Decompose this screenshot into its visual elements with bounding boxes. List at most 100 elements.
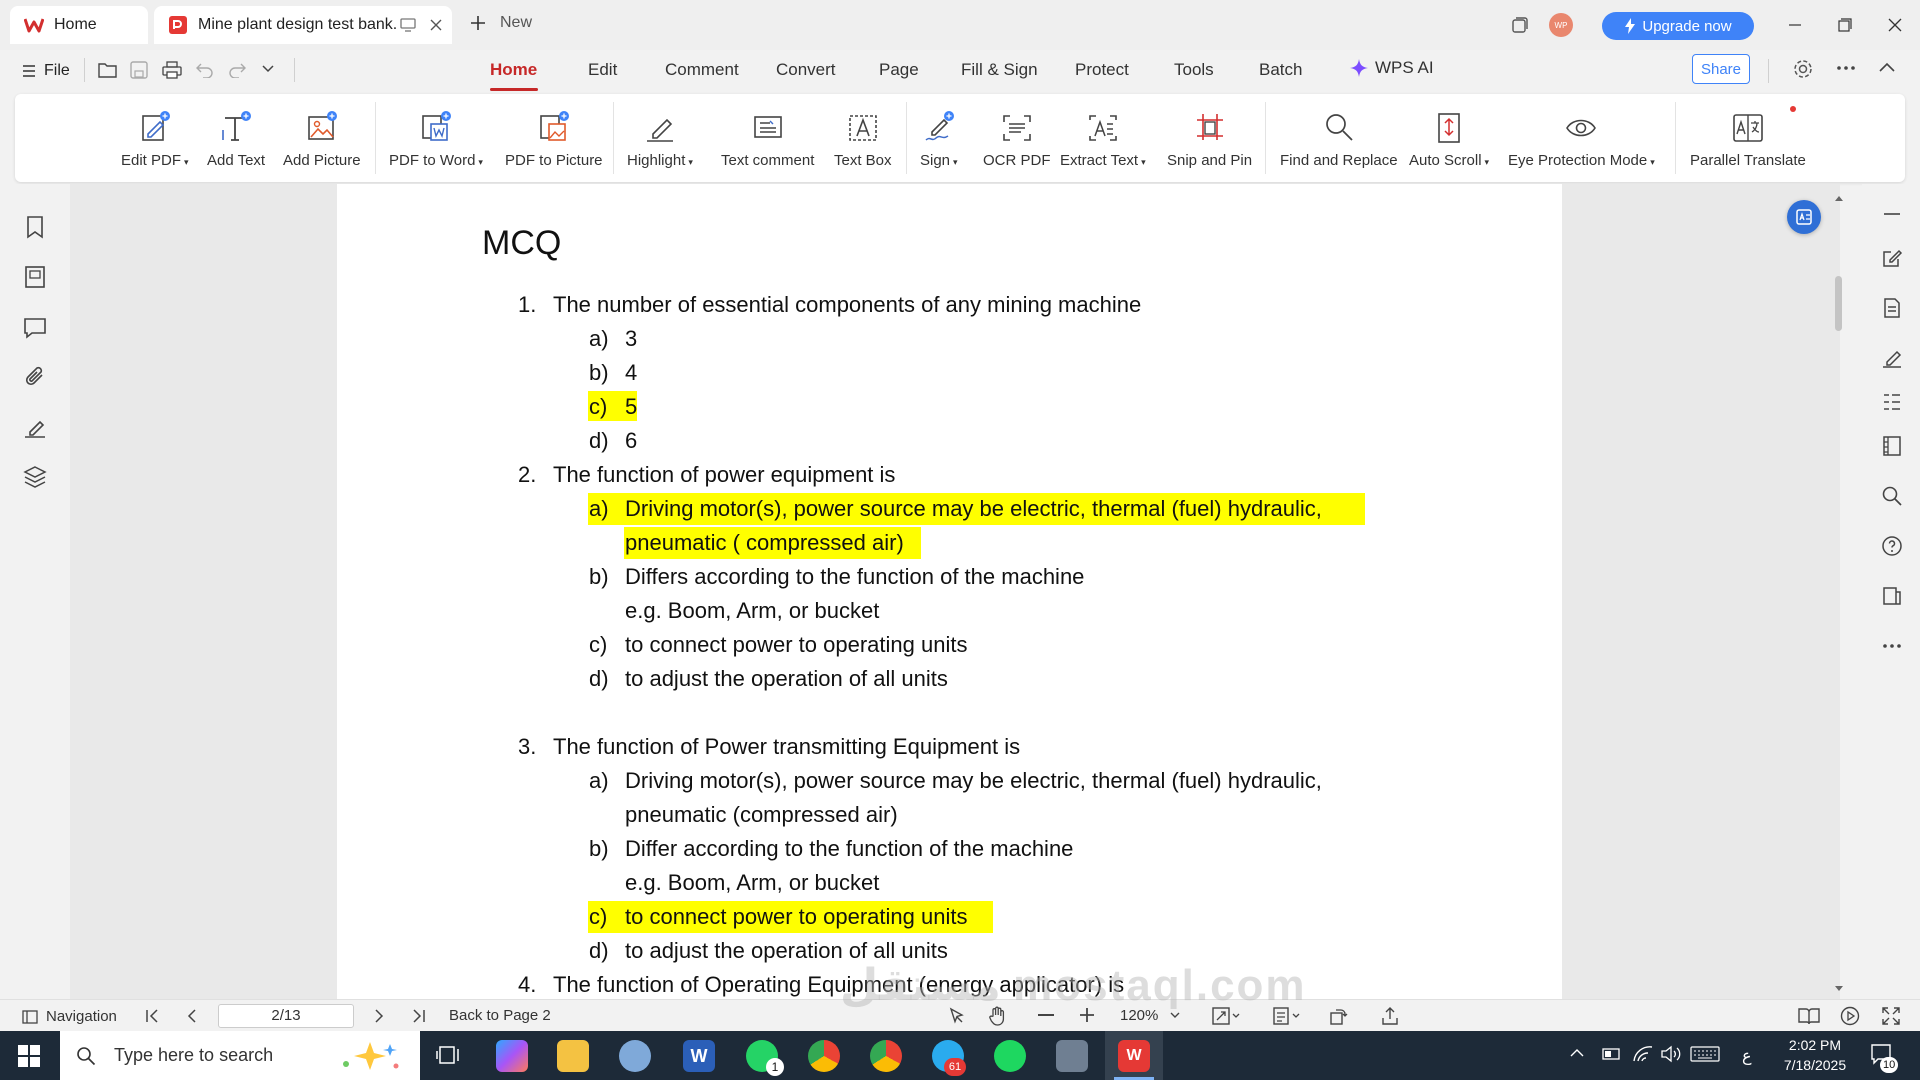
close-tab-icon[interactable]	[430, 19, 442, 31]
share-button[interactable]: Share	[1692, 54, 1750, 84]
language-indicator[interactable]: ع	[1742, 1046, 1752, 1066]
navigation-toggle[interactable]: Navigation	[22, 1008, 117, 1025]
file-explorer-icon[interactable]	[557, 1040, 589, 1072]
play-slideshow-icon[interactable]	[1840, 1006, 1860, 1026]
add-text-button[interactable]: Add Text	[207, 108, 265, 169]
previous-page-icon[interactable]	[185, 1009, 199, 1023]
copilot-app-icon[interactable]	[496, 1040, 528, 1072]
zoom-dropdown-icon[interactable]	[1170, 1011, 1180, 1019]
pdf-to-picture-button[interactable]: PDF to Picture	[505, 108, 603, 169]
page-number-input[interactable]: 2/13	[218, 1004, 354, 1028]
film-strip-icon[interactable]	[1880, 434, 1904, 458]
battery-icon[interactable]	[1600, 1046, 1622, 1062]
quick-access-dropdown-icon[interactable]	[262, 64, 274, 74]
menu-page[interactable]: Page	[879, 60, 919, 80]
volume-icon[interactable]	[1660, 1045, 1682, 1063]
redo-icon[interactable]	[228, 62, 246, 78]
scrollbar-thumb[interactable]	[1835, 276, 1842, 331]
text-comment-button[interactable]: Text comment	[721, 108, 814, 169]
clock[interactable]: 2:02 PM 7/18/2025	[1770, 1035, 1860, 1075]
bookmark-icon[interactable]	[22, 214, 48, 240]
tab-home[interactable]: Home	[10, 6, 148, 44]
text-box-button[interactable]: Text Box	[834, 108, 892, 169]
restore-button[interactable]	[1830, 12, 1860, 38]
word-app-icon[interactable]: W	[683, 1040, 715, 1072]
save-icon[interactable]	[130, 61, 148, 79]
export-icon[interactable]	[1380, 1006, 1400, 1026]
help-icon[interactable]	[1880, 534, 1904, 558]
snipping-tool-icon[interactable]	[619, 1040, 651, 1072]
menu-fill-sign[interactable]: Fill & Sign	[961, 60, 1038, 80]
back-to-page-link[interactable]: Back to Page 2	[449, 1007, 551, 1024]
keyboard-icon[interactable]	[1690, 1046, 1720, 1062]
ocr-pdf-button[interactable]: OCR PDF	[983, 108, 1051, 169]
next-page-icon[interactable]	[372, 1009, 386, 1023]
tab-document[interactable]: Mine plant design test bank.pdf	[154, 6, 452, 44]
snip-pin-button[interactable]: Snip and Pin	[1167, 108, 1252, 169]
menu-home[interactable]: Home	[490, 60, 537, 80]
menu-comment[interactable]: Comment	[665, 60, 739, 80]
scroll-down-icon[interactable]	[1835, 984, 1843, 992]
avatar[interactable]: WP	[1549, 13, 1573, 37]
upgrade-button[interactable]: Upgrade now	[1602, 12, 1754, 40]
fullscreen-icon[interactable]	[1881, 1006, 1901, 1026]
menu-protect[interactable]: Protect	[1075, 60, 1129, 80]
add-picture-button[interactable]: Add Picture	[283, 108, 361, 169]
scroll-up-icon[interactable]	[1835, 195, 1843, 203]
new-tab-button[interactable]: New	[470, 14, 532, 32]
menu-tools[interactable]: Tools	[1174, 60, 1214, 80]
menu-wps-ai[interactable]: WPS AI	[1349, 58, 1434, 78]
edit-pdf-button[interactable]: Edit PDF ▾	[121, 108, 189, 169]
rotate-icon[interactable]	[1328, 1006, 1348, 1026]
menu-convert[interactable]: Convert	[776, 60, 836, 80]
menu-edit[interactable]: Edit	[588, 60, 617, 80]
eye-protection-button[interactable]: Eye Protection Mode ▾	[1508, 108, 1655, 169]
more-tools-icon[interactable]	[1880, 634, 1904, 658]
last-page-icon[interactable]	[412, 1009, 426, 1023]
chrome-app-icon[interactable]	[808, 1040, 840, 1072]
tray-chevron-icon[interactable]	[1570, 1048, 1584, 1058]
layers-icon[interactable]	[22, 464, 48, 490]
sign-button[interactable]: Sign ▾	[920, 108, 958, 169]
menu-batch[interactable]: Batch	[1259, 60, 1302, 80]
sign-tool-icon[interactable]	[1880, 346, 1904, 370]
workspace-icon[interactable]	[1505, 12, 1535, 38]
close-window-button[interactable]	[1880, 12, 1910, 38]
highlight-button[interactable]: Highlight ▾	[627, 108, 693, 169]
task-view-icon[interactable]	[436, 1043, 462, 1067]
settings-gear-icon[interactable]	[1792, 58, 1814, 80]
parallel-translate-button[interactable]: Parallel Translate	[1690, 108, 1806, 169]
spotify-app-icon[interactable]	[994, 1040, 1026, 1072]
collapse-ribbon-icon[interactable]	[1878, 60, 1896, 74]
reading-mode-icon[interactable]	[1798, 1006, 1820, 1026]
first-page-icon[interactable]	[145, 1009, 159, 1023]
thumbnail-icon[interactable]	[22, 264, 48, 290]
search-icon[interactable]	[1880, 484, 1904, 508]
pdf-to-word-button[interactable]: PDF to Word ▾	[389, 108, 483, 169]
chrome-profile-app-icon[interactable]	[870, 1040, 902, 1072]
wps-pdf-app-icon[interactable]: W	[1118, 1040, 1150, 1072]
extract-text-button[interactable]: Extract Text ▾	[1060, 108, 1146, 169]
signature-panel-icon[interactable]	[22, 414, 48, 440]
print-icon[interactable]	[162, 61, 182, 79]
minimize-button[interactable]	[1780, 12, 1810, 38]
collapse-panel-icon[interactable]	[1880, 202, 1904, 226]
floating-translate-button[interactable]	[1787, 200, 1821, 234]
taskbar-search-box[interactable]: Type here to search	[60, 1031, 420, 1080]
edit-note-icon[interactable]	[1880, 246, 1904, 270]
windows-start-icon[interactable]	[18, 1045, 40, 1067]
undo-icon[interactable]	[196, 62, 214, 78]
wifi-icon[interactable]	[1632, 1045, 1654, 1063]
file-menu[interactable]: File	[22, 62, 70, 80]
find-replace-button[interactable]: Find and Replace	[1280, 108, 1398, 169]
comment-icon[interactable]	[22, 314, 48, 340]
open-folder-icon[interactable]	[98, 61, 118, 79]
book-icon[interactable]	[1880, 584, 1904, 608]
auto-scroll-button[interactable]: Auto Scroll ▾	[1409, 108, 1489, 169]
calculator-app-icon[interactable]	[1056, 1040, 1088, 1072]
document-properties-icon[interactable]	[1880, 296, 1904, 320]
monitor-icon[interactable]	[400, 18, 416, 32]
more-options-icon[interactable]	[1836, 60, 1856, 76]
attachment-icon[interactable]	[22, 364, 48, 390]
outline-icon[interactable]	[1880, 390, 1904, 414]
